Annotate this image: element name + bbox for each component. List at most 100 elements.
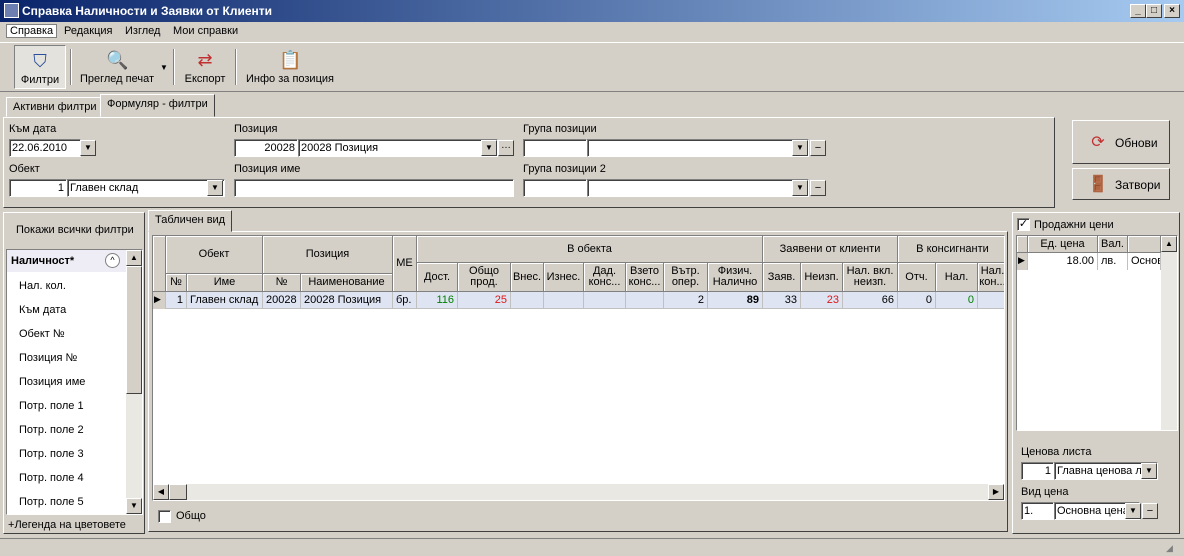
price-list-code-field[interactable]: 1 bbox=[1021, 462, 1054, 480]
price-type-code-field[interactable]: 1. bbox=[1021, 502, 1054, 520]
header-internal-ops[interactable]: Вътр. опер. bbox=[664, 263, 708, 292]
maximize-button[interactable]: □ bbox=[1146, 4, 1162, 18]
collapse-icon[interactable]: ^ bbox=[105, 253, 120, 268]
prices-scrollbar[interactable]: ▲ bbox=[1161, 236, 1177, 430]
scroll-right-icon[interactable]: ▶ bbox=[988, 484, 1004, 500]
header-deposits[interactable]: Внес. bbox=[511, 263, 544, 292]
list-item[interactable]: Потр. поле 5 bbox=[19, 496, 84, 508]
header-available[interactable]: Нал. bbox=[936, 263, 978, 292]
to-date-label: Към дата bbox=[9, 123, 57, 135]
item-group2-select[interactable] bbox=[587, 179, 809, 197]
header-taken-consignment[interactable]: Взето конс... bbox=[626, 263, 664, 292]
header-total-sales[interactable]: Общо прод. bbox=[458, 263, 511, 292]
object-dropdown-button[interactable]: ▼ bbox=[207, 180, 223, 196]
refresh-button[interactable]: ⟳ Обнови bbox=[1072, 120, 1170, 164]
header-object-no[interactable]: № bbox=[166, 274, 187, 292]
chevron-down-icon[interactable]: ▼ bbox=[160, 63, 168, 72]
object-select[interactable]: Главен склад bbox=[67, 179, 225, 197]
item-select[interactable]: 20028 Позиция bbox=[298, 139, 498, 157]
cell-basis: Основ bbox=[1128, 253, 1161, 270]
header-unfulfilled[interactable]: Неизп. bbox=[801, 263, 843, 292]
item-group-clear-button[interactable]: − bbox=[810, 140, 826, 156]
header-physical-available[interactable]: Физич. Налично bbox=[708, 263, 763, 292]
header-withdrawals[interactable]: Изнес. bbox=[544, 263, 584, 292]
header-item-name[interactable]: Наименование bbox=[301, 274, 393, 292]
menu-report[interactable]: Справка bbox=[6, 24, 58, 38]
list-item[interactable]: Потр. поле 2 bbox=[19, 424, 84, 436]
print-preview-button[interactable]: 🔍 Преглед печат bbox=[76, 45, 158, 89]
header-currency[interactable]: Вал. bbox=[1098, 236, 1128, 253]
item-group2-clear-button[interactable]: − bbox=[810, 180, 826, 196]
sale-prices-checkbox[interactable]: ✓ bbox=[1017, 218, 1030, 231]
list-item[interactable]: Към дата bbox=[19, 304, 66, 316]
date-dropdown-button[interactable]: ▼ bbox=[80, 140, 96, 156]
header-orders[interactable]: Заяв. bbox=[763, 263, 801, 292]
cell-item-no: 20028 bbox=[263, 292, 301, 309]
table-panel: Обект Позиция МЕ В обекта Заявени от кли… bbox=[148, 231, 1008, 532]
price-type-clear-button[interactable]: − bbox=[1142, 503, 1158, 519]
toolbar-separator bbox=[173, 49, 175, 85]
item-group2-dropdown-button[interactable]: ▼ bbox=[792, 180, 808, 196]
item-group-code-field[interactable] bbox=[523, 139, 587, 157]
print-preview-icon: 🔍 bbox=[106, 50, 129, 70]
color-legend-link[interactable]: +Легенда на цветовете bbox=[8, 519, 126, 531]
scroll-up-icon[interactable]: ▲ bbox=[1161, 236, 1177, 252]
menu-view[interactable]: Изглед bbox=[125, 25, 160, 37]
item-info-button[interactable]: 📋 Инфо за позиция bbox=[242, 45, 338, 89]
price-type-dropdown-button[interactable]: ▼ bbox=[1125, 503, 1141, 519]
to-date-field[interactable]: 22.06.2010 bbox=[9, 139, 81, 157]
list-item[interactable]: Потр. поле 3 bbox=[19, 448, 84, 460]
grid-horizontal-scrollbar[interactable]: ◀ ▶ bbox=[153, 484, 1004, 500]
item-name-input[interactable] bbox=[234, 179, 514, 197]
menu-edit[interactable]: Редакция bbox=[64, 25, 112, 37]
header-object-name[interactable]: Име bbox=[187, 274, 263, 292]
tab-table-view[interactable]: Табличен вид bbox=[148, 210, 233, 232]
scroll-left-icon[interactable]: ◀ bbox=[153, 484, 169, 500]
menu-my-reports[interactable]: Мои справки bbox=[173, 25, 238, 37]
cell-withdrawals bbox=[544, 292, 584, 309]
filters-button[interactable]: ⛉ Филтри bbox=[14, 45, 66, 89]
item-group-select[interactable] bbox=[587, 139, 809, 157]
header-unit[interactable]: МЕ bbox=[393, 236, 417, 292]
list-item[interactable]: Позиция № bbox=[19, 352, 77, 364]
tab-form-filters[interactable]: Формуляр - филтри bbox=[100, 94, 215, 117]
table-row[interactable]: ▶ 18.00 лв. Основ bbox=[1017, 253, 1161, 270]
row-indicator-header bbox=[1017, 236, 1028, 253]
item-group2-code-field[interactable] bbox=[523, 179, 587, 197]
header-deliveries[interactable]: Дост. bbox=[417, 263, 458, 292]
header-unit-price[interactable]: Ед. цена bbox=[1028, 236, 1098, 253]
table-row[interactable]: ▶ 1 Главен склад 20028 20028 Позиция бр.… bbox=[153, 292, 1004, 309]
header-item-no[interactable]: № bbox=[263, 274, 301, 292]
header-available-incl-unfulfilled[interactable]: Нал. вкл. неизп. bbox=[843, 263, 898, 292]
item-dropdown-button[interactable]: ▼ bbox=[481, 140, 497, 156]
total-checkbox[interactable] bbox=[158, 510, 171, 523]
show-all-filters-button[interactable]: Покажи всички филтри bbox=[16, 224, 134, 236]
filter-list-scrollbar[interactable]: ▲ ▼ bbox=[126, 250, 142, 514]
cell-available-consignee bbox=[978, 292, 1004, 309]
resize-grip-icon[interactable]: ◢ bbox=[1166, 543, 1173, 554]
header-basis[interactable] bbox=[1128, 236, 1161, 253]
price-list-dropdown-button[interactable]: ▼ bbox=[1141, 463, 1157, 479]
tab-active-filters[interactable]: Активни филтри bbox=[6, 97, 104, 117]
scroll-down-icon[interactable]: ▼ bbox=[126, 498, 142, 514]
list-item[interactable]: Потр. поле 4 bbox=[19, 472, 84, 484]
list-item[interactable]: Потр. поле 1 bbox=[19, 400, 84, 412]
export-button[interactable]: ⇄ Експорт bbox=[180, 45, 230, 89]
list-item[interactable]: Обект № bbox=[19, 328, 65, 340]
item-group-dropdown-button[interactable]: ▼ bbox=[792, 140, 808, 156]
list-item[interactable]: Нал. кол. bbox=[19, 280, 66, 292]
scroll-up-icon[interactable]: ▲ bbox=[126, 250, 142, 266]
minimize-button[interactable]: _ bbox=[1130, 4, 1146, 18]
list-item[interactable]: Позиция име bbox=[19, 376, 85, 388]
header-available-consignee[interactable]: Нал. кон... bbox=[978, 263, 1004, 292]
header-reported[interactable]: Отч. bbox=[898, 263, 936, 292]
item-browse-button[interactable]: … bbox=[498, 140, 514, 156]
close-window-button[interactable]: × bbox=[1164, 4, 1180, 18]
scroll-thumb[interactable] bbox=[169, 484, 187, 500]
close-button[interactable]: 🚪 Затвори bbox=[1072, 168, 1170, 200]
list-item-selected[interactable]: Наличност* ^ bbox=[7, 250, 126, 272]
scroll-thumb[interactable] bbox=[126, 266, 142, 394]
header-given-consignment[interactable]: Дад. конс... bbox=[584, 263, 626, 292]
object-code-field[interactable]: 1 bbox=[9, 179, 67, 197]
item-code-field[interactable]: 20028 bbox=[234, 139, 298, 157]
